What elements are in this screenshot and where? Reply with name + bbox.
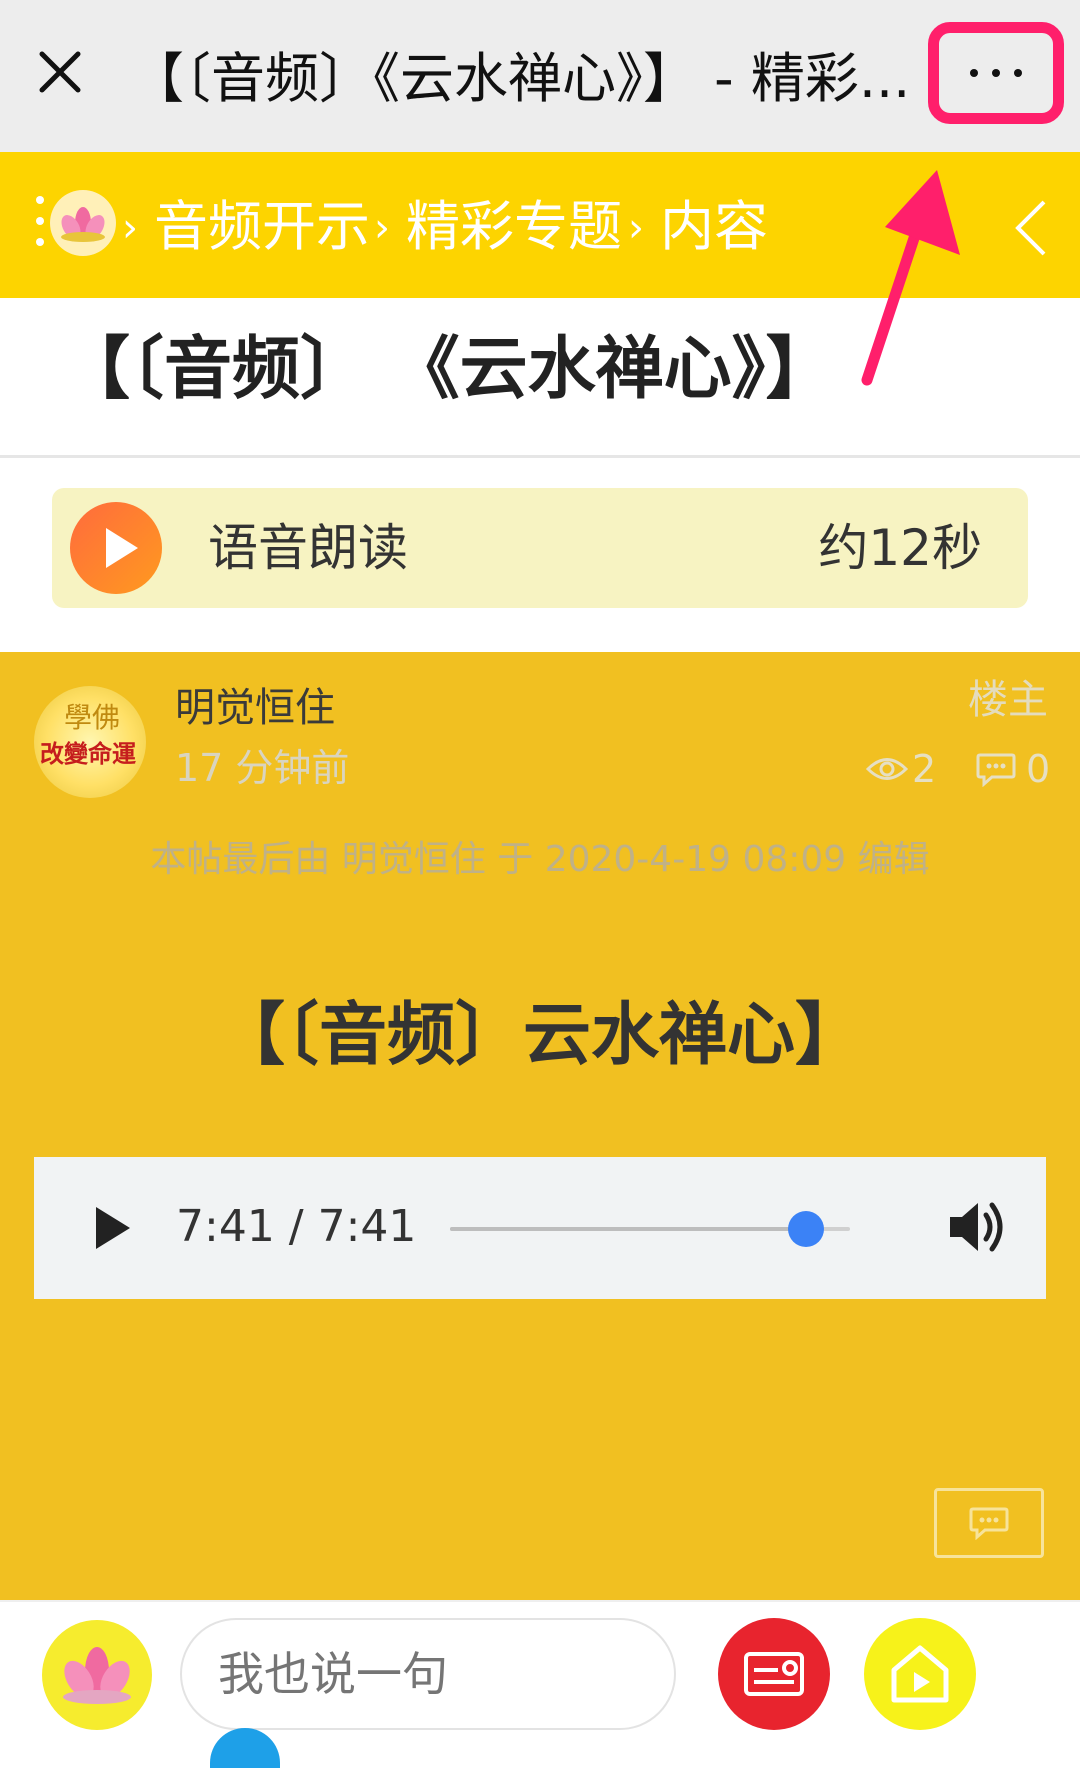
voice-read-bar[interactable]: 语音朗读 约12秒 [52,488,1028,608]
audio-seek-bar[interactable] [450,1211,850,1247]
more-menu-button[interactable] [928,22,1064,124]
owner-badge: 楼主 [968,677,1048,723]
back-button[interactable] [1010,196,1050,260]
breadcrumb-item-audio[interactable]: 音频开示 [154,196,370,258]
breadcrumb-separator: › [374,205,390,251]
play-icon[interactable] [70,502,162,594]
volume-icon [950,1202,1003,1252]
chevron-left-icon [1015,200,1046,256]
comment-icon [969,1507,1009,1540]
edit-note: 本帖最后由 明觉恒住 于 2020-4-19 08:09 编辑 [150,839,930,880]
lotus-icon [61,207,105,242]
post-title: 【〔音频〕云水禅心】 [216,996,863,1075]
more-dots-icon [970,69,978,77]
audio-time: 7:41 / 7:41 [176,1201,417,1252]
home-video-button[interactable] [864,1618,976,1730]
comment-input[interactable] [180,1618,676,1730]
close-icon [39,51,81,93]
lotus-icon [63,1647,131,1704]
window-title: 【〔音频〕《云水禅心》】 - 精彩... [130,47,911,110]
top-bar: 【〔音频〕《云水禅心》】 - 精彩... [0,0,1080,152]
voice-read-duration: 约12秒 [818,519,982,577]
ticket-button[interactable] [718,1618,830,1730]
comment-icon [976,753,1016,787]
home-logo-button[interactable] [50,190,116,256]
author-name[interactable]: 明觉恒住 [175,682,335,734]
page-title: 【〔音频〕 《云水禅心》】 [62,330,834,409]
voice-read-label: 语音朗读 [208,519,408,577]
drag-handle-icon[interactable] [36,196,44,258]
play-icon [96,1207,130,1249]
avatar[interactable]: 學佛 改變命運 [34,686,146,798]
breadcrumb-item-topics[interactable]: 精彩专题 [406,196,622,258]
close-button[interactable] [28,40,92,104]
breadcrumb-separator: › [628,205,644,251]
bottom-bar [0,1600,1080,1752]
annotation-arrow-icon [861,170,960,386]
breadcrumb-item-content: 内容 [660,195,768,258]
audio-progress-fill [450,1227,806,1231]
volume-button[interactable] [946,1197,1008,1257]
eye-icon [866,758,908,780]
comment-count: 0 [976,744,1050,794]
user-avatar-button[interactable] [42,1620,152,1730]
post-body [0,652,1080,1600]
ticket-icon [744,1652,804,1696]
audio-play-button[interactable] [90,1203,134,1253]
audio-seek-knob[interactable] [788,1211,824,1247]
divider [0,455,1080,458]
audio-player: 7:41 / 7:41 [34,1157,1046,1299]
post-time: 17 分钟前 [175,746,350,790]
breadcrumb-separator: › [122,205,138,251]
floating-comment-button[interactable] [934,1488,1044,1558]
view-count: 2 [866,744,936,794]
home-play-icon [891,1645,949,1703]
